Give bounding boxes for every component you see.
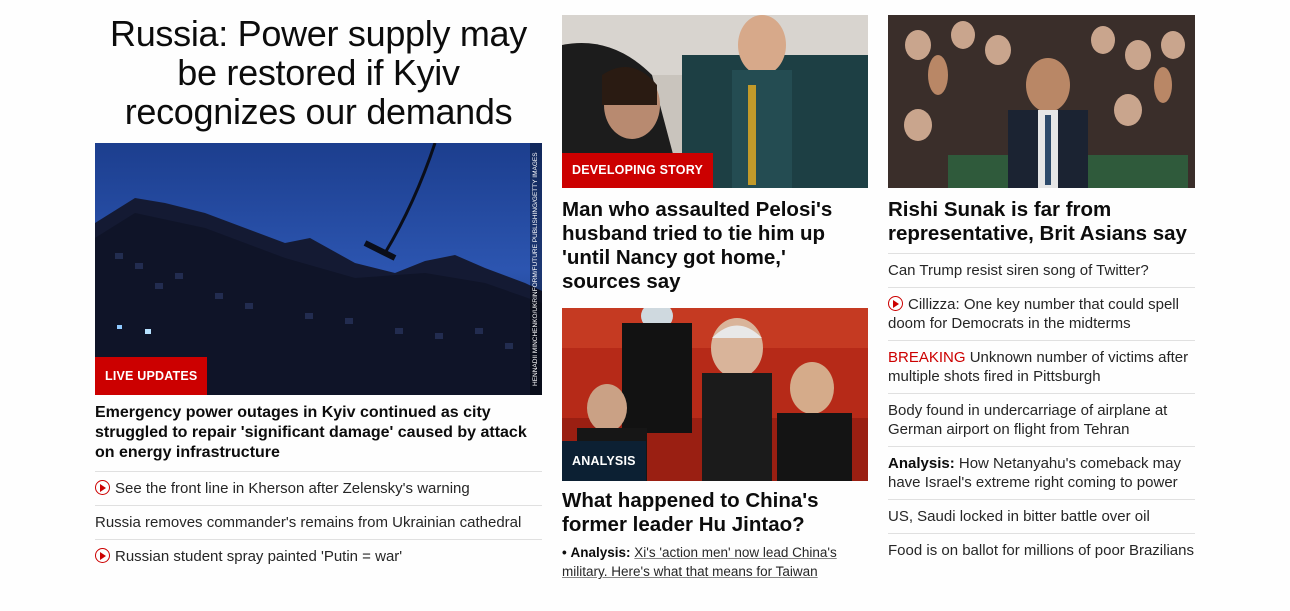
list-item[interactable]: Russian student spray painted 'Putin = w… xyxy=(95,539,542,573)
list-item[interactable]: Can Trump resist siren song of Twitter? xyxy=(888,253,1195,287)
list-item[interactable]: Russia removes commander's remains from … xyxy=(95,505,542,539)
list-item[interactable]: Body found in undercarriage of airplane … xyxy=(888,393,1195,446)
pelosi-headline[interactable]: Man who assaulted Pelosi's husband tried… xyxy=(562,198,868,294)
image-credit: HENNADII MINCHENKO/UKRINFORM/FUTURE PUBL… xyxy=(530,143,542,395)
play-icon xyxy=(95,480,110,495)
sunak-photo xyxy=(888,15,1195,188)
sunak-headline[interactable]: Rishi Sunak is far from representative, … xyxy=(888,198,1195,246)
analysis-label: Analysis: xyxy=(570,545,631,560)
breaking-label: BREAKING xyxy=(888,349,966,366)
list-item[interactable]: Analysis: How Netanyahu's comeback may h… xyxy=(888,446,1195,499)
play-icon xyxy=(95,548,110,563)
list-item[interactable]: US, Saudi locked in bitter battle over o… xyxy=(888,499,1195,533)
bullet: • xyxy=(562,545,567,560)
list-item[interactable]: See the front line in Kherson after Zele… xyxy=(95,471,542,505)
kyiv-building-image[interactable]: LIVE UPDATES HENNADII MINCHENKO/UKRINFOR… xyxy=(95,143,542,395)
sunak-image[interactable] xyxy=(888,15,1195,188)
live-updates-tag: LIVE UPDATES xyxy=(95,357,208,395)
analysis-tag: ANALYSIS xyxy=(562,441,646,481)
lead-story-summary[interactable]: Emergency power outages in Kyiv continue… xyxy=(95,403,542,463)
col1-link-list: See the front line in Kherson after Zele… xyxy=(95,471,542,573)
list-item[interactable]: Cillizza: One key number that could spel… xyxy=(888,287,1195,340)
hu-jintao-headline[interactable]: What happened to China's former leader H… xyxy=(562,489,868,537)
middle-column: DEVELOPING STORY Man who assaulted Pelos… xyxy=(562,0,868,581)
pelosi-story-image[interactable]: DEVELOPING STORY xyxy=(562,15,868,188)
hu-jintao-image[interactable]: ANALYSIS xyxy=(562,308,868,481)
play-icon xyxy=(888,296,903,311)
analysis-label: Analysis: xyxy=(888,455,955,472)
developing-story-tag: DEVELOPING STORY xyxy=(562,153,714,188)
analysis-link: • Analysis: Xi's 'action men' now lead C… xyxy=(562,543,868,581)
col3-link-list: Can Trump resist siren song of Twitter? … xyxy=(888,253,1195,567)
list-item[interactable]: Food is on ballot for millions of poor B… xyxy=(888,533,1195,567)
lead-headline[interactable]: Russia: Power supply may be restored if … xyxy=(95,14,542,131)
list-item[interactable]: BREAKING Unknown number of victims after… xyxy=(888,340,1195,393)
lead-story-column: Russia: Power supply may be restored if … xyxy=(95,0,542,573)
right-column: Rishi Sunak is far from representative, … xyxy=(888,0,1195,567)
